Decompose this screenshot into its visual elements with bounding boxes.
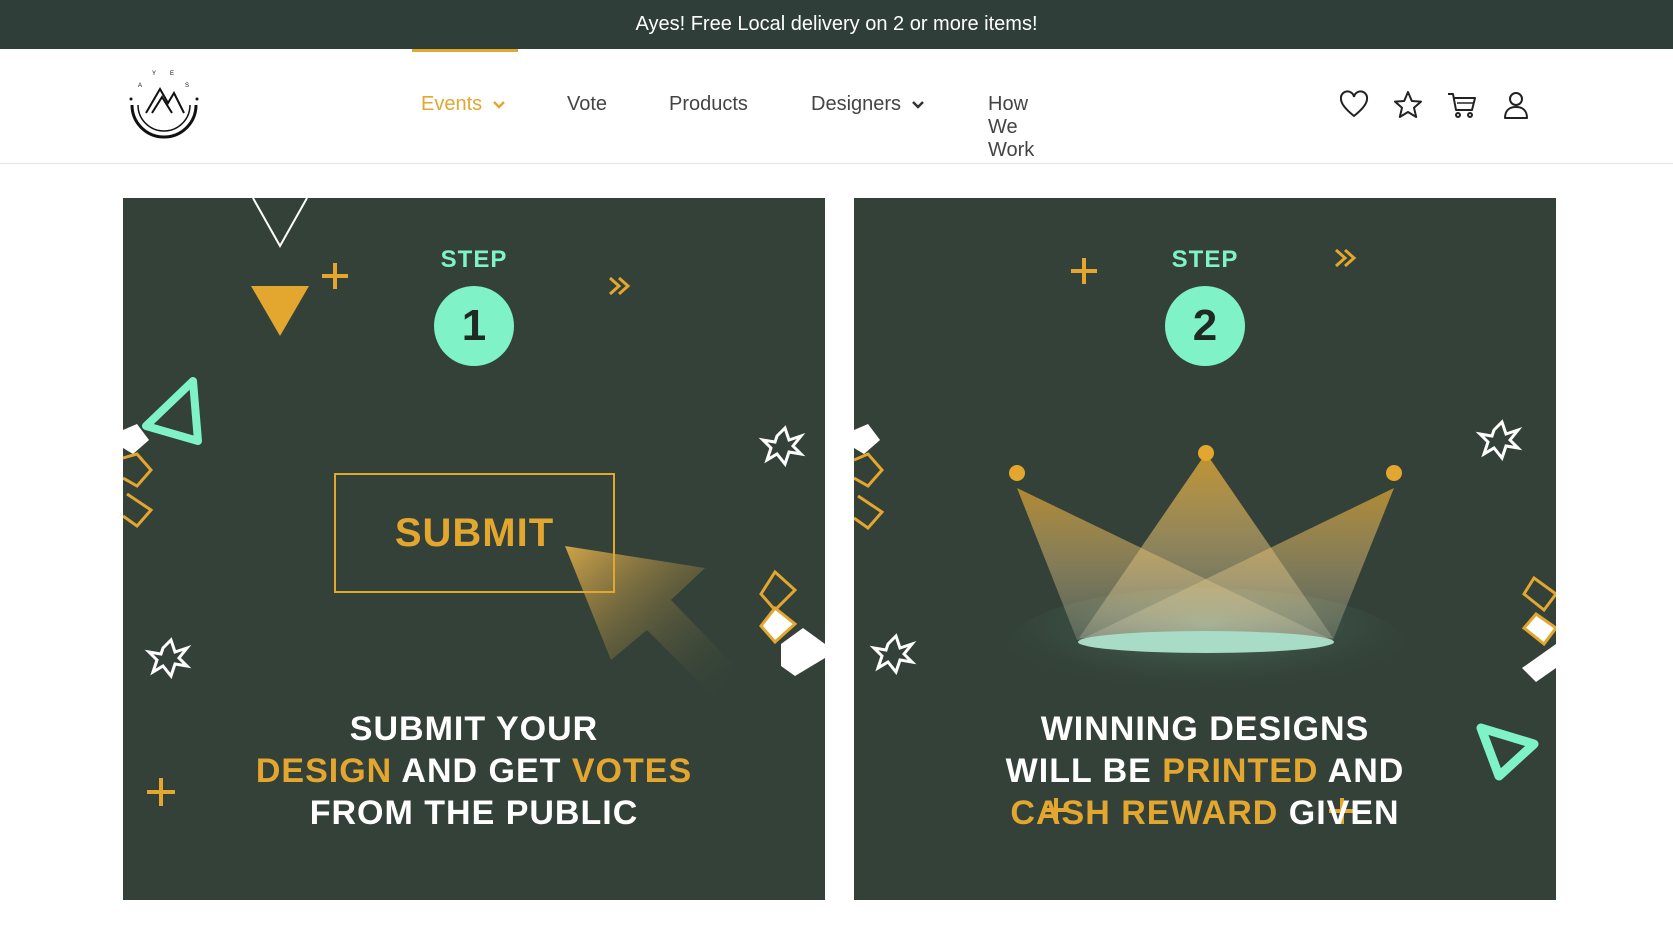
step-card-1: STEP 1 SUBMIT SUBMIT YOUR DESIGN AND GET… <box>123 198 825 900</box>
site-header: A Y E S Events Vote Products Designers H… <box>0 49 1673 164</box>
caption-line: WILL BE PRINTED AND <box>854 750 1556 792</box>
caption-line: SUBMIT YOUR <box>349 710 599 748</box>
nav-item-products[interactable]: Products <box>669 93 748 116</box>
caption-text: WILL BE <box>1005 752 1163 790</box>
cart-icon[interactable] <box>1446 89 1478 121</box>
step-label: STEP <box>440 246 508 273</box>
nav-item-label: Vote <box>567 93 608 115</box>
step-2-caption: WINNING DESIGNS WILL BE PRINTED AND CASH… <box>854 708 1556 834</box>
announcement-text: Ayes! Free Local delivery on 2 or more i… <box>635 13 1038 35</box>
caption-text: GIVEN <box>1278 794 1400 832</box>
caption-line: WINNING DESIGNS <box>1040 710 1370 748</box>
caption-text: AND <box>1318 752 1405 790</box>
heart-icon[interactable] <box>1338 89 1370 121</box>
nav-item-label: Products <box>669 93 748 115</box>
svg-text:E: E <box>170 71 174 77</box>
step-number-badge: 2 <box>1165 286 1245 366</box>
announcement-bar: Ayes! Free Local delivery on 2 or more i… <box>0 0 1673 49</box>
step-number-badge: 1 <box>434 286 514 366</box>
nav-item-label: Designers <box>811 93 902 115</box>
chevron-down-icon <box>493 100 506 109</box>
nav-item-how-we-work[interactable]: How We Work <box>988 93 1034 162</box>
step-1-caption: SUBMIT YOUR DESIGN AND GET VOTES FROM TH… <box>123 708 825 834</box>
header-actions <box>1338 89 1532 121</box>
caption-line: CASH REWARD GIVEN <box>854 792 1556 834</box>
caption-line: DESIGN AND GET VOTES <box>123 750 825 792</box>
caption-highlight: VOTES <box>571 752 693 790</box>
svg-text:Y: Y <box>152 71 156 77</box>
submit-button[interactable]: SUBMIT <box>334 473 615 593</box>
star-icon[interactable] <box>1392 89 1424 121</box>
caption-highlight: CASH REWARD <box>1010 794 1279 832</box>
chevron-down-icon <box>912 100 924 109</box>
caption-highlight: PRINTED <box>1162 752 1319 790</box>
svg-text:S: S <box>185 83 189 89</box>
nav-item-designers[interactable]: Designers <box>811 93 925 116</box>
caption-line: FROM THE PUBLIC <box>309 794 639 832</box>
brand-logo[interactable]: A Y E S <box>124 63 204 143</box>
svg-text:A: A <box>138 83 142 89</box>
step-label: STEP <box>1171 246 1239 273</box>
nav-item-events[interactable]: Events <box>421 93 506 116</box>
nav-item-label: How We Work <box>988 93 1035 161</box>
nav-item-vote[interactable]: Vote <box>567 93 607 116</box>
caption-text: AND GET <box>392 752 572 790</box>
nav-item-label: Events <box>421 93 483 115</box>
step-card-2: STEP 2 WINNING DESIGNS WILL BE PRINTED A… <box>854 198 1556 900</box>
nav-active-indicator <box>412 49 518 52</box>
caption-highlight: DESIGN <box>255 752 393 790</box>
user-icon[interactable] <box>1500 89 1532 121</box>
